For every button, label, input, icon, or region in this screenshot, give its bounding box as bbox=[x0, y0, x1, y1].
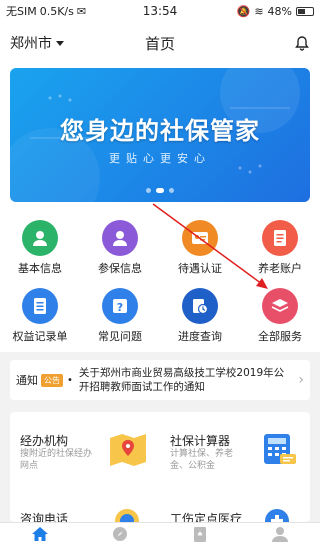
app-header: 郑州市 首页 bbox=[0, 22, 320, 64]
notice-badge: 公告 bbox=[41, 373, 63, 387]
card-title: 经办机构 bbox=[20, 434, 69, 448]
calculator-icon bbox=[264, 434, 296, 464]
home-icon bbox=[32, 527, 48, 541]
caret-down-icon bbox=[56, 40, 64, 46]
card-title: 工伤定点医疗 bbox=[170, 512, 243, 522]
feature-cards: 经办机构 搜附近的社保经办网点 社保计算器 计算社保、养老金、公积金 咨询电话 … bbox=[10, 412, 310, 522]
service-faq[interactable]: ? 常见问题 bbox=[80, 282, 160, 344]
user-icon bbox=[22, 220, 58, 256]
card-title: 社保计算器 bbox=[170, 434, 231, 448]
tab-home[interactable] bbox=[0, 523, 80, 545]
bell-icon bbox=[295, 36, 309, 51]
service-insurance-info[interactable]: 参保信息 bbox=[80, 214, 160, 276]
network-speed: 0.5K/s bbox=[39, 4, 74, 18]
carousel-indicator bbox=[10, 188, 310, 193]
tab-discover[interactable] bbox=[80, 523, 160, 545]
service-label: 参保信息 bbox=[98, 262, 142, 275]
city-selector[interactable]: 郑州市 bbox=[10, 33, 110, 53]
notice-bar[interactable]: 通知 公告 • 关于郑州市商业贸易高级技工学校2019年公开招聘教师面试工作的通… bbox=[10, 360, 310, 400]
bookmark-icon bbox=[194, 527, 206, 542]
city-label: 郑州市 bbox=[10, 36, 52, 52]
carousel-dot[interactable] bbox=[169, 188, 174, 193]
service-label: 全部服务 bbox=[258, 330, 302, 343]
banner-title: 您身边的社保管家 bbox=[60, 117, 260, 145]
status-bar: 无SIM 0.5K/s ✉ 13:54 🔕 ≋ 48% bbox=[0, 0, 320, 22]
tab-favorites[interactable] bbox=[160, 523, 240, 545]
service-label: 待遇认证 bbox=[178, 262, 222, 275]
battery-percent: 48% bbox=[267, 4, 292, 18]
person-card-icon bbox=[102, 220, 138, 256]
notice-label: 通知 bbox=[16, 374, 38, 387]
compass-icon bbox=[113, 527, 127, 541]
card-calculator[interactable]: 社保计算器 计算社保、养老金、公积金 bbox=[160, 412, 310, 471]
chevron-right-icon[interactable]: › bbox=[288, 372, 304, 388]
service-benefit-auth[interactable]: 待遇认证 bbox=[160, 214, 240, 276]
list-icon bbox=[22, 288, 58, 324]
wifi-icon: ≋ bbox=[254, 4, 264, 18]
phone-icon bbox=[115, 509, 139, 522]
card-agency[interactable]: 经办机构 搜附近的社保经办网点 bbox=[10, 412, 160, 471]
card-desc: 计算社保、养老金、公积金 bbox=[170, 449, 234, 471]
notifications-button[interactable] bbox=[210, 35, 310, 51]
service-label: 权益记录单 bbox=[12, 330, 68, 343]
hospital-icon bbox=[265, 509, 289, 522]
service-rights-record[interactable]: 权益记录单 bbox=[0, 282, 80, 344]
service-basic-info[interactable]: 基本信息 bbox=[0, 214, 80, 276]
promo-banner[interactable]: 您身边的社保管家 更贴心更安心 bbox=[10, 68, 310, 202]
profile-icon bbox=[272, 527, 288, 542]
service-progress-query[interactable]: 进度查询 bbox=[160, 282, 240, 344]
bottom-tab-bar bbox=[0, 522, 320, 545]
svg-text:?: ? bbox=[117, 301, 123, 314]
service-label: 进度查询 bbox=[178, 330, 222, 343]
map-icon bbox=[110, 434, 146, 466]
layers-icon bbox=[262, 288, 298, 324]
id-card-icon bbox=[182, 220, 218, 256]
question-icon: ? bbox=[102, 288, 138, 324]
mute-icon: 🔕 bbox=[236, 4, 251, 18]
carousel-dot-active[interactable] bbox=[156, 188, 164, 193]
notice-text[interactable]: 关于郑州市商业贸易高级技工学校2019年公开招聘教师面试工作的通知 bbox=[79, 366, 288, 394]
service-pension-account[interactable]: 养老账户 bbox=[240, 214, 320, 276]
service-label: 基本信息 bbox=[18, 262, 62, 275]
bullet-icon: • bbox=[67, 374, 73, 386]
service-label: 常见问题 bbox=[98, 330, 142, 343]
service-label: 养老账户 bbox=[258, 262, 302, 275]
card-title: 咨询电话 bbox=[20, 512, 69, 522]
service-grid: 基本信息 参保信息 待遇认证 养老账户 权益记录单 ? 常见问题 进度查询 全部… bbox=[0, 206, 320, 352]
page-title: 首页 bbox=[144, 34, 175, 53]
card-injury-medical[interactable]: 工伤定点医疗 bbox=[160, 504, 310, 522]
tab-profile[interactable] bbox=[240, 523, 320, 545]
document-icon bbox=[262, 220, 298, 256]
service-all[interactable]: 全部服务 bbox=[240, 282, 320, 344]
battery-icon bbox=[296, 6, 314, 16]
carousel-dot[interactable] bbox=[146, 188, 151, 193]
carrier-text: 无SIM bbox=[6, 5, 37, 18]
notification-icon: ✉ bbox=[76, 4, 87, 18]
card-hotline[interactable]: 咨询电话 bbox=[10, 504, 160, 522]
banner-section: 您身边的社保管家 更贴心更安心 bbox=[0, 64, 320, 206]
banner-subtitle: 更贴心更安心 bbox=[109, 152, 211, 165]
card-desc: 搜附近的社保经办网点 bbox=[20, 449, 93, 471]
clock: 13:54 bbox=[142, 4, 178, 18]
clock-icon bbox=[182, 288, 218, 324]
